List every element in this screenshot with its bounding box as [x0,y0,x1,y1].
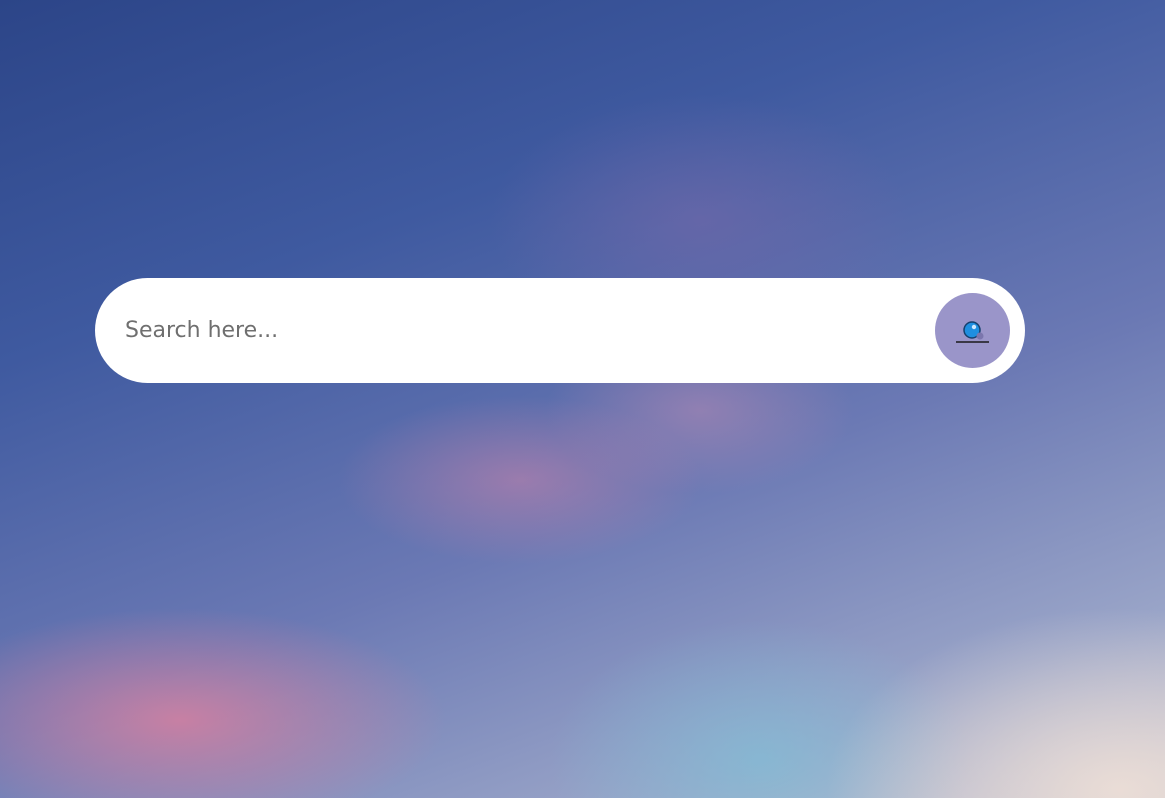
search-bar [95,278,1025,383]
search-icon [956,321,989,343]
search-button[interactable] [935,293,1010,368]
search-input[interactable] [125,278,915,383]
